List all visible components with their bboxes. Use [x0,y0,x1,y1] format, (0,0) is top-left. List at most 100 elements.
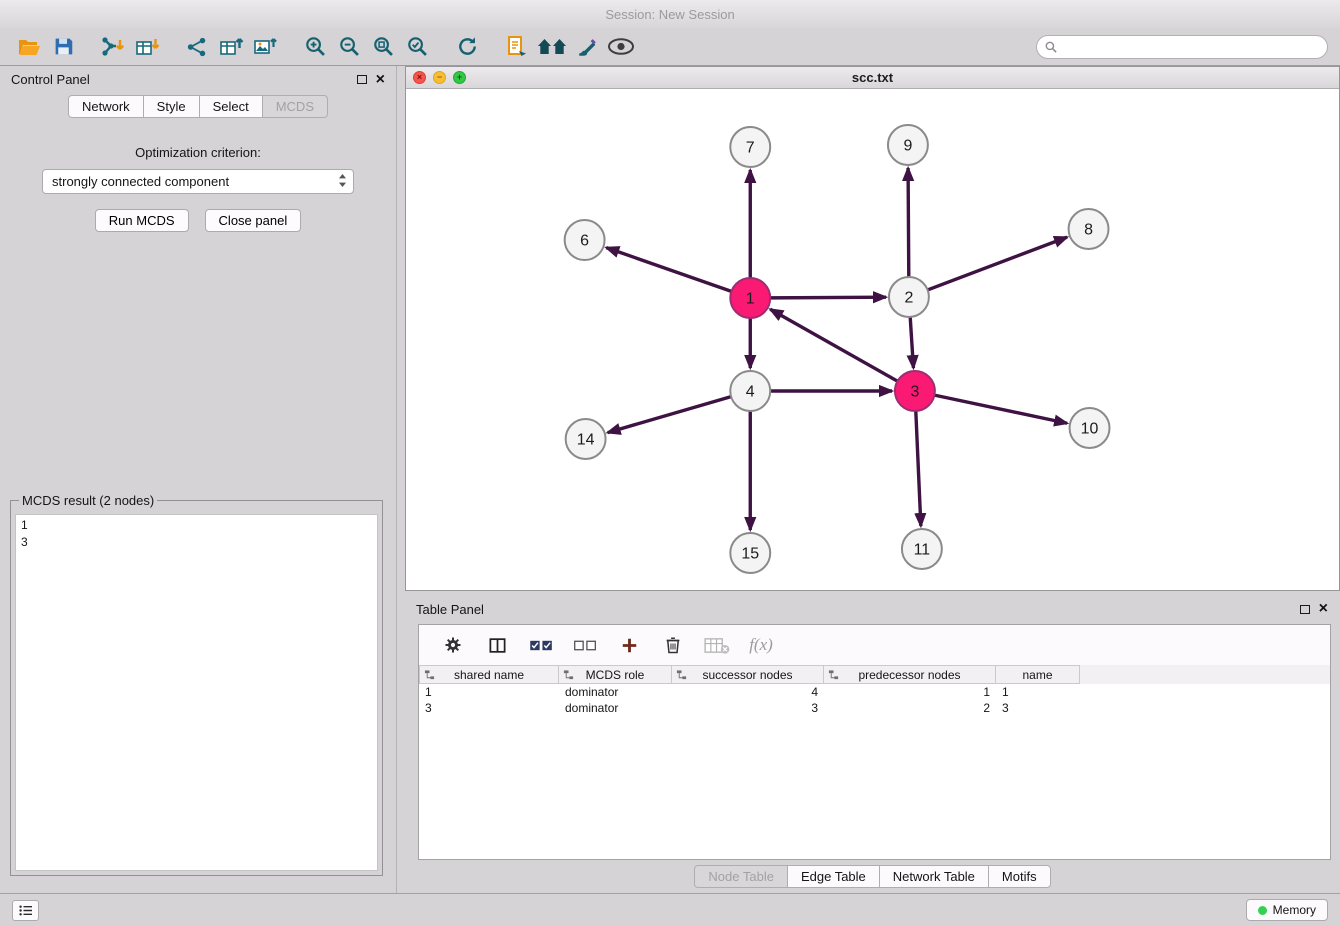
show-hide-button[interactable] [607,32,635,62]
edge-1-6[interactable] [606,248,731,292]
mcds-result-line: 1 [21,517,372,534]
main-toolbar [0,28,1340,66]
column-header-shared-name[interactable]: shared name [419,665,559,684]
new-network-button[interactable] [183,32,211,62]
window-minimize-icon[interactable]: − [433,71,446,84]
export-table-icon [219,36,244,58]
import-table-icon [135,36,160,58]
tab-node-table[interactable]: Node Table [694,865,788,888]
window-close-icon[interactable]: × [413,71,426,84]
task-history-button[interactable] [12,900,39,921]
column-header-predecessor-nodes[interactable]: predecessor nodes [824,665,996,684]
gear-icon [443,635,463,655]
zoom-fit-button[interactable] [369,32,397,62]
table-row[interactable]: 1dominator411 [419,684,1330,700]
tab-network[interactable]: Network [68,95,144,118]
network-graph[interactable]: 7 9 6 8 1 2 4 3 14 10 15 11 [406,89,1339,590]
edge-3-1[interactable] [770,309,897,381]
save-session-button[interactable] [49,32,77,62]
node-15[interactable]: 15 [730,533,770,573]
status-bar: Memory [0,893,1340,926]
select-all-button[interactable] [527,630,555,660]
memory-button[interactable]: Memory [1246,899,1328,921]
zoom-selected-button[interactable] [403,32,431,62]
control-panel-header: Control Panel × [0,66,396,93]
tab-style[interactable]: Style [143,95,200,118]
add-row-button[interactable] [615,630,643,660]
edge-3-10[interactable] [934,395,1067,423]
control-panel-title: Control Panel [11,72,90,87]
node-14[interactable]: 14 [566,419,606,459]
delete-row-button[interactable] [659,630,687,660]
paintbrush-icon [576,36,599,58]
node-10[interactable]: 10 [1070,408,1110,448]
edge-3-11[interactable] [916,411,921,526]
refresh-layout-button[interactable] [453,32,481,62]
table-row[interactable]: 3dominator323 [419,700,1330,716]
node-7[interactable]: 7 [730,127,770,167]
svg-text:11: 11 [914,541,931,558]
svg-text:14: 14 [577,431,595,448]
float-table-panel-icon[interactable] [1300,605,1310,614]
edge-1-2[interactable] [770,297,886,298]
tab-edge-table[interactable]: Edge Table [787,865,880,888]
column-header-successor-nodes[interactable]: successor nodes [672,665,824,684]
zoom-out-icon [338,35,361,58]
show-columns-button[interactable] [483,630,511,660]
column-header-mcds-role[interactable]: MCDS role [559,665,672,684]
export-image-button[interactable] [251,32,279,62]
import-network-button[interactable] [99,32,127,62]
node-8[interactable]: 8 [1069,209,1109,249]
node-4[interactable]: 4 [730,371,770,411]
node-11[interactable]: 11 [902,529,942,569]
search-input[interactable] [1062,40,1319,54]
tab-network-table[interactable]: Network Table [879,865,989,888]
deselect-all-icon [573,638,598,653]
sort-icon [676,669,687,680]
mcds-result-list[interactable]: 13 [15,514,378,871]
open-session-button[interactable] [15,32,43,62]
close-panel-button[interactable]: Close panel [205,209,302,232]
copy-view-button[interactable] [503,32,531,62]
apply-style-button[interactable] [573,32,601,62]
node-3[interactable]: 3 [895,371,935,411]
close-panel-icon[interactable]: × [376,72,385,88]
window-zoom-icon[interactable]: + [453,71,466,84]
deselect-all-button[interactable] [571,630,599,660]
node-9[interactable]: 9 [888,125,928,165]
run-mcds-button[interactable]: Run MCDS [95,209,189,232]
svg-text:8: 8 [1084,221,1093,238]
float-panel-icon[interactable] [357,75,367,84]
edge-2-3[interactable] [910,317,913,368]
search-box[interactable] [1036,35,1328,59]
export-table-button[interactable] [217,32,245,62]
network-canvas[interactable]: 7 9 6 8 1 2 4 3 14 10 15 11 [406,89,1339,590]
table-cell: 1 [996,684,1080,700]
optimization-criterion-label: Optimization criterion: [0,145,396,160]
node-2[interactable]: 2 [889,277,929,317]
tab-mcds[interactable]: MCDS [262,95,328,118]
close-table-panel-icon[interactable]: × [1319,601,1328,617]
column-header-name[interactable]: name [996,665,1080,684]
import-table-button[interactable] [133,32,161,62]
svg-text:10: 10 [1081,420,1099,437]
eye-icon [607,38,635,55]
import-network-icon [101,36,125,58]
table-rows: 1dominator4113dominator323 [419,684,1330,716]
tab-select[interactable]: Select [199,95,263,118]
zoom-in-button[interactable] [301,32,329,62]
home-layout-button[interactable] [537,32,567,62]
edge-4-14[interactable] [608,397,731,433]
zoom-out-button[interactable] [335,32,363,62]
table-settings-button[interactable] [439,630,467,660]
svg-text:1: 1 [746,290,755,307]
edge-2-8[interactable] [928,237,1067,290]
copy-document-icon [506,35,528,58]
criterion-dropdown[interactable]: strongly connected component [42,169,354,194]
edge-2-9[interactable] [908,168,909,277]
table-header-row: shared name MCDS role successor nodes pr… [419,665,1330,684]
function-builder-button: f(x) [747,630,775,660]
node-1[interactable]: 1 [730,278,770,318]
tab-motifs[interactable]: Motifs [988,865,1051,888]
node-6[interactable]: 6 [565,220,605,260]
